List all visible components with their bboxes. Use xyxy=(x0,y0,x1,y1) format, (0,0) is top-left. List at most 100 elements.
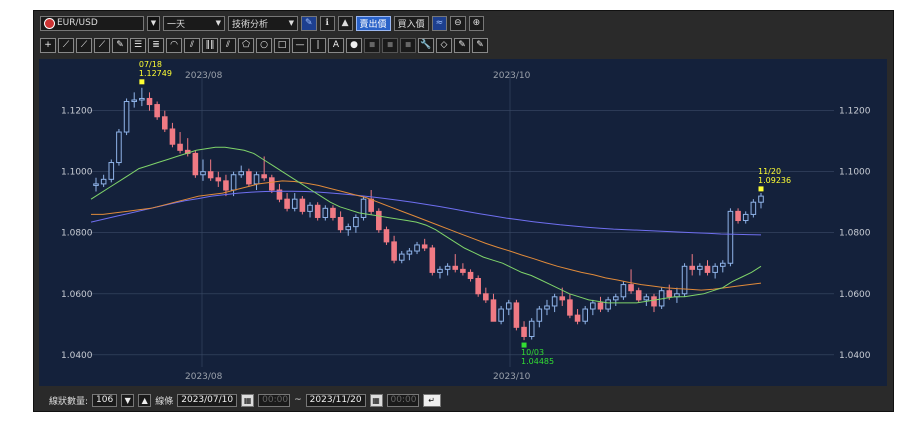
draw-tool-20-icon[interactable]: ◾ xyxy=(400,37,416,53)
draw-tool-0-icon[interactable]: + xyxy=(40,37,56,53)
count-down-button[interactable]: ▼ xyxy=(121,393,135,407)
pen-button[interactable]: ✎ xyxy=(301,15,317,31)
candle-body xyxy=(437,268,443,273)
x-tick-label-top: 2023/08 xyxy=(185,71,223,81)
y-tick-label-right: 1.1000 xyxy=(839,168,871,178)
start-date-field[interactable]: 2023/07/10 xyxy=(177,393,238,407)
candle-body xyxy=(391,241,397,261)
candle-body xyxy=(253,174,260,185)
symbol-dropdown-button[interactable]: ▼ xyxy=(147,15,160,31)
start-time-field[interactable]: 00:00 xyxy=(258,393,291,407)
draw-tool-19-icon[interactable]: ◾ xyxy=(382,37,398,53)
y-tick-label-left: 1.1200 xyxy=(61,107,93,117)
zoom-out-button[interactable]: ⊖ xyxy=(450,15,466,31)
candle-body xyxy=(513,302,520,328)
candle-body xyxy=(475,278,481,295)
mountain-chart-button[interactable]: ▲ xyxy=(337,15,353,31)
sell-price-label: 賣出價 xyxy=(359,19,387,30)
candle-body xyxy=(590,302,596,310)
candle-body xyxy=(597,302,604,310)
end-time-field[interactable]: 00:00 xyxy=(386,393,419,407)
count-field[interactable]: 106 xyxy=(92,393,118,407)
candle-body xyxy=(735,210,741,222)
candle-body xyxy=(421,244,428,249)
draw-tool-9-icon[interactable]: ‖‖ xyxy=(202,37,218,53)
candle-body xyxy=(429,247,436,273)
chart-style-button[interactable]: ≈ xyxy=(431,15,448,31)
draw-tool-18-icon[interactable]: ◾ xyxy=(364,37,380,53)
candle-body xyxy=(93,183,99,186)
candle-body xyxy=(605,299,611,310)
analysis-label: 技術分析 xyxy=(232,19,269,30)
buy-price-button[interactable]: 買入價 xyxy=(393,15,429,31)
draw-tool-14-icon[interactable]: — xyxy=(292,37,308,53)
analysis-select[interactable]: 技術分析 ▼ xyxy=(228,15,298,31)
draw-tool-3-icon[interactable]: ⟋ xyxy=(94,37,110,53)
draw-tool-8-icon[interactable]: ⫽ xyxy=(184,37,200,53)
candle-body xyxy=(108,162,115,180)
candle-body xyxy=(490,299,497,322)
draw-tool-16-icon[interactable]: A xyxy=(328,37,344,53)
y-tick-label-right: 1.0400 xyxy=(839,351,871,361)
draw-tool-17-icon[interactable]: ● xyxy=(346,37,362,53)
y-tick-label-left: 1.0800 xyxy=(61,229,93,239)
info-button[interactable]: ℹ xyxy=(319,15,335,31)
draw-tool-2-icon[interactable]: ⟋ xyxy=(76,37,92,53)
zoom-in-button[interactable]: ⊕ xyxy=(468,15,485,31)
count-up-button[interactable]: ▲ xyxy=(138,393,152,407)
candle-body xyxy=(750,201,757,215)
calendar-icon[interactable]: ▦ xyxy=(241,393,255,407)
candle-body xyxy=(483,293,489,301)
calendar-icon[interactable]: ▦ xyxy=(369,393,383,407)
candle-body xyxy=(559,296,566,301)
candle-body xyxy=(322,207,329,218)
price-chart[interactable]: 1.1200 1.1200 1.1000 1.1000 1.0800 1.0800 1.06… xyxy=(39,59,887,386)
candle-body xyxy=(291,198,298,209)
info-icon: ℹ xyxy=(325,18,329,28)
candle-body xyxy=(169,128,176,145)
y-tick-label-right: 1.1200 xyxy=(839,107,871,117)
candle-body xyxy=(299,198,306,212)
candle-body xyxy=(528,320,535,337)
candle-body xyxy=(177,143,183,151)
candle-body xyxy=(337,216,344,231)
line-label: 線條 xyxy=(155,396,174,407)
draw-tool-5-icon[interactable]: ☰ xyxy=(130,37,146,53)
draw-tool-4-icon[interactable]: ✎ xyxy=(112,37,128,53)
candle-body xyxy=(162,116,168,130)
draw-tool-7-icon[interactable]: ◠ xyxy=(166,37,182,53)
draw-tool-21-icon[interactable]: 🔧 xyxy=(418,37,434,53)
sell-price-button[interactable]: 賣出價 xyxy=(355,15,391,31)
return-button[interactable]: ↵ xyxy=(422,393,441,407)
draw-tool-6-icon[interactable]: ≣ xyxy=(148,37,164,53)
eu-us-flag-icon xyxy=(44,17,55,29)
candle-body xyxy=(620,284,627,298)
draw-tool-13-icon[interactable]: □ xyxy=(274,37,290,53)
draw-tool-12-icon[interactable]: ○ xyxy=(256,37,272,53)
annotation-marker xyxy=(521,342,527,348)
candle-body xyxy=(452,265,459,270)
draw-tool-24-icon[interactable]: ✎ xyxy=(472,37,488,53)
candle-body xyxy=(100,178,107,185)
draw-tool-22-icon[interactable]: ◇ xyxy=(436,37,452,53)
candle-body xyxy=(223,180,229,191)
candle-body xyxy=(330,207,336,218)
draw-tool-23-icon[interactable]: ✎ xyxy=(454,37,470,53)
candle-body xyxy=(567,299,573,316)
candle-body xyxy=(207,171,214,179)
candle-body xyxy=(238,171,245,176)
x-tick-label-bottom: 2023/10 xyxy=(493,372,531,382)
draw-tool-1-icon[interactable]: ⟋ xyxy=(58,37,74,53)
candle-body xyxy=(536,308,543,322)
draw-tool-10-icon[interactable]: ⫽ xyxy=(220,37,236,53)
candle-body xyxy=(230,174,237,191)
x-tick-label-bottom: 2023/08 xyxy=(185,372,223,382)
candle-body xyxy=(574,314,581,322)
candle-body xyxy=(314,204,321,218)
symbol-select[interactable]: EUR/USD xyxy=(40,15,144,31)
candle-body xyxy=(376,210,382,231)
period-select[interactable]: 一天 ▼ xyxy=(163,15,225,31)
draw-tool-11-icon[interactable]: ⬠ xyxy=(238,37,254,53)
draw-tool-15-icon[interactable]: | xyxy=(310,37,326,53)
end-date-field[interactable]: 2023/11/20 xyxy=(305,393,366,407)
